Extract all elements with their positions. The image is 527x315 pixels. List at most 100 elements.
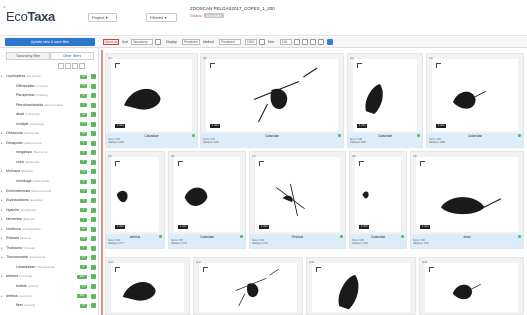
ecotaxa-logo[interactable]: ° EcoTaxa [3,6,55,24]
taxonomy-tree-item[interactable]: ▸ Decapoda (Malacostraca) 9 [0,139,99,149]
expand-arrow-icon[interactable]: ▸ [1,294,3,298]
taxonomy-tree-item[interactable]: ▸ Euphausiacea (Eucarida) 7 [0,196,99,206]
vignette[interactable]: (12) [306,257,416,315]
display-select[interactable]: Predicted [182,39,200,45]
taxon-checkbox[interactable] [91,303,96,309]
zoom-select[interactable]: 100 [280,39,292,45]
taxon-label[interactable]: Calanidae [169,235,245,239]
page-size-chevron-icon[interactable] [259,39,265,45]
vignette[interactable]: (10) [105,257,190,315]
vignette[interactable]: (3) 1 mm Calanidae Score: 0.98 Validated: 12… [347,53,423,148]
taxonomy-tree-item[interactable]: ▸ detritus (not-living) 480 [0,292,99,302]
taxonomy-tree-item[interactable]: ▸ Hyalella (Amphipoda) 4 [0,206,99,216]
sort-select[interactable]: Taxonomy [131,39,153,45]
vignette[interactable]: (2) 1 mm Calanidae Score: 0.98 Validated: 12… [200,53,344,148]
taxon-checkbox[interactable] [91,198,96,204]
project-title[interactable]: ZOOSCAN PELGAS2017_COPES_1_200 [190,6,275,11]
taxonomy-tree-item[interactable]: Parapertusi (Cnidaria) 8 [0,91,99,101]
taxon-checkbox[interactable] [91,83,96,89]
taxon-checkbox[interactable] [91,93,96,99]
vignette[interactable]: (11) [193,257,303,315]
plankton-image[interactable]: 1 mm [416,157,518,232]
method-select[interactable]: Predicted [219,39,241,45]
taxon-checkbox[interactable] [91,274,96,280]
taxonomy-tree-item[interactable]: ▸ Nemertea (Bilateria) 3 [0,215,99,225]
taxon-checkbox[interactable] [91,207,96,213]
page-size-select[interactable]: 1000 [245,39,257,45]
search-icon[interactable] [72,63,78,69]
vignette[interactable]: (6) 1 mm Calanidae Score: 0.98 Validated: 17… [168,151,246,249]
expand-arrow-icon[interactable]: ▸ [1,131,3,135]
taxon-checkbox[interactable] [91,131,96,137]
taxon-checkbox[interactable] [91,169,96,175]
project-status-badge[interactable]: Annotate [203,13,224,18]
taxonomy-tree-item[interactable]: Pterobrachiosida (Hemichordata) 5 [0,101,99,111]
zoom-out-icon[interactable] [310,39,316,45]
plankton-image[interactable]: 1 mm [355,157,401,232]
sort-icon[interactable] [79,63,85,69]
taxonomy-tree-item[interactable]: dead (Copepoda) 41 [0,110,99,120]
taxon-label[interactable]: Calanidae [350,235,406,239]
taxonomy-tree-item[interactable]: ▸ Thaliacea (Tunicata) 6 [0,244,99,254]
taxon-checkbox[interactable] [91,102,96,108]
expand-arrow-icon[interactable]: ▸ [1,217,3,221]
vignette[interactable]: (5) 1 mm detritus Score: 0.98 Validated: 177… [105,151,165,249]
expand-tree-icon[interactable] [58,63,64,69]
expand-arrow-icon[interactable]: ▸ [1,227,3,231]
plankton-image[interactable] [111,263,184,312]
taxonomy-tree-item[interactable]: fiber (detritus) 37 [0,301,99,311]
taxon-checkbox[interactable] [91,140,96,146]
taxonomy-tree-item[interactable]: ▸ artefact (not-living) 210 [0,272,99,282]
expand-arrow-icon[interactable]: ▸ [1,236,3,240]
collapse-tree-icon[interactable] [65,63,71,69]
taxonomy-tree-item[interactable]: multiple (Copepoda) 17 [0,120,99,130]
taxonomy-tree-item[interactable]: shrinkage (Gastropoda) 2 [0,177,99,187]
vignette[interactable]: (8) 1 mm Calanidae Score: 0.98 Validated: 17… [349,151,407,249]
expand-arrow-icon[interactable]: ▸ [1,189,3,193]
select-all-button[interactable]: Select all [103,39,119,45]
plankton-image[interactable]: 1 mm [111,59,192,131]
expand-arrow-icon[interactable]: ▸ [1,246,3,250]
help-icon[interactable] [327,39,333,45]
taxon-checkbox[interactable] [91,264,96,270]
taxon-label[interactable]: Rhizaria [250,235,345,239]
update-filter-button[interactable]: Update view & save filter [5,38,95,46]
expand-arrow-icon[interactable]: ▸ [1,255,3,259]
plankton-image[interactable]: 1 mm [353,59,417,131]
taxon-checkbox[interactable] [91,226,96,232]
taxonomy-tree-item[interactable]: ▸ Ostracoda (Arthropoda) 22 [0,129,99,139]
taxonomy-tree-item[interactable]: Limacinidae (Thecosomata) 4 [0,263,99,273]
taxon-checkbox[interactable] [91,245,96,251]
plankton-image[interactable]: 1 mm [111,157,159,232]
taxonomy-tree-item[interactable]: zoea (Decapoda) 6 [0,158,99,168]
settings-icon[interactable] [318,39,324,45]
vignette[interactable]: (13) [419,257,524,315]
taxonomy-tree-item[interactable]: ▸ Mollusca (Bilateria) 14 [0,167,99,177]
taxon-checkbox[interactable] [91,159,96,165]
vignette[interactable]: (1) 1 mm Calanidae Score: 0.98 Validated: 12… [105,53,198,148]
expand-arrow-icon[interactable]: ▸ [1,141,3,145]
expand-arrow-icon[interactable]: ▸ [1,208,3,212]
plankton-image[interactable] [312,263,410,312]
plankton-image[interactable]: 1 mm [174,157,240,232]
vignette[interactable]: (9) 1 mm dead Score: 0.98 Validated: 1781 [410,151,524,249]
taxonomy-tree-item[interactable]: megalopa (Brachyura) 3 [0,148,99,158]
taxonomy-tree-item[interactable]: Diffusicidae (Cnidaria) 12 [0,82,99,92]
taxonomy-tree-item[interactable]: ▸ Lepidoptera (Hexapoda) 34 [0,72,99,82]
taxon-checkbox[interactable] [91,179,96,185]
plankton-image[interactable]: 1 mm [206,59,338,131]
taxon-checkbox[interactable] [91,188,96,194]
taxon-checkbox[interactable] [91,284,96,290]
taxon-checkbox[interactable] [91,112,96,118]
taxonomy-tree-item[interactable]: bubble (artefact) 13 [0,282,99,292]
taxonomy-tree-item[interactable]: ▸ Echinodermata (Deuterostomia) 11 [0,187,99,197]
tab-other-filters[interactable]: Other filters [50,52,94,60]
taxon-checkbox[interactable] [91,121,96,127]
taxon-checkbox[interactable] [91,150,96,156]
taxon-label[interactable]: dead [411,235,523,239]
taxonomy-tree-item[interactable]: ▸ Thecosomata (Gastropoda) 15 [0,253,99,263]
vignette[interactable]: (7) 1 mm Rhizaria Score: 0.98 Validated: 177… [249,151,346,249]
expand-arrow-icon[interactable]: ▸ [1,274,3,278]
taxon-checkbox[interactable] [91,255,96,261]
plankton-image[interactable]: 1 mm [255,157,340,232]
